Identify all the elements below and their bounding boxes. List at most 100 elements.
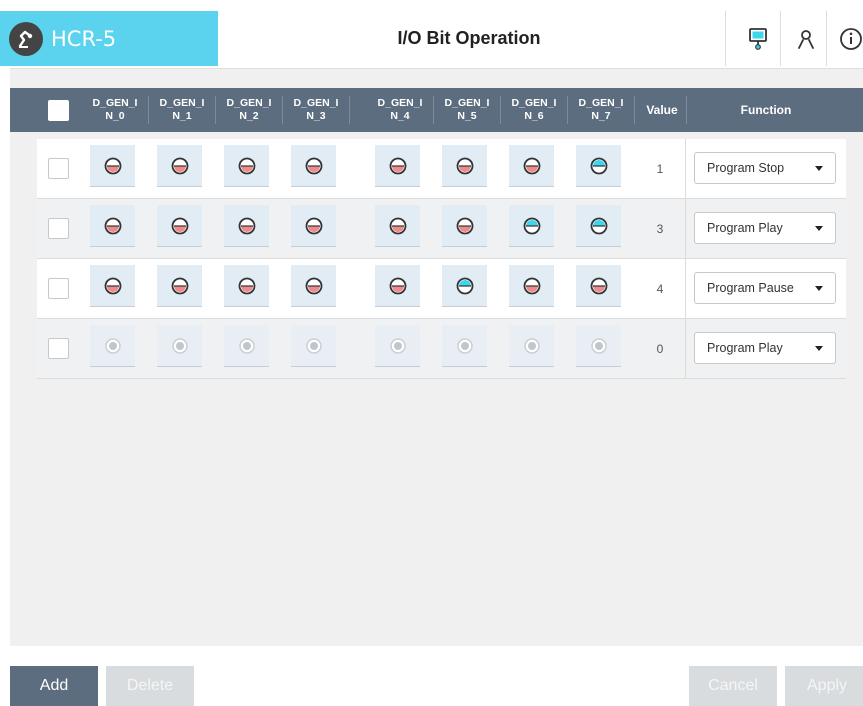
function-dropdown[interactable]: Program Stop bbox=[694, 152, 836, 184]
function-dropdown-label: Program Play bbox=[707, 221, 783, 235]
bit-toggle-button[interactable] bbox=[576, 205, 621, 247]
bit-toggle-button[interactable] bbox=[375, 145, 420, 187]
bit-off-icon bbox=[388, 156, 408, 176]
bit-off-icon bbox=[237, 156, 257, 176]
bit-disabled-icon bbox=[522, 336, 542, 356]
header-divider bbox=[780, 11, 781, 66]
bit-off-icon bbox=[455, 216, 475, 236]
bit-toggle-button[interactable] bbox=[224, 145, 269, 187]
row-value: 1 bbox=[656, 162, 664, 176]
io-operation-panel: D_GEN_I N_0 D_GEN_I N_1 D_GEN_I N_2 D_GE… bbox=[10, 68, 863, 646]
bit-toggle-button[interactable] bbox=[224, 325, 269, 367]
bit-toggle-button[interactable] bbox=[224, 265, 269, 307]
cancel-button[interactable]: Cancel bbox=[689, 666, 777, 706]
header-divider bbox=[567, 96, 568, 124]
row-value: 3 bbox=[656, 222, 664, 236]
bit-toggle-button[interactable] bbox=[576, 145, 621, 187]
bit-off-icon bbox=[170, 276, 190, 296]
bit-toggle-button[interactable] bbox=[442, 265, 487, 307]
header-divider bbox=[433, 96, 434, 124]
table-header: D_GEN_I N_0 D_GEN_I N_1 D_GEN_I N_2 D_GE… bbox=[10, 88, 863, 132]
bit-toggle-button[interactable] bbox=[509, 265, 554, 307]
header-divider bbox=[634, 96, 635, 124]
bit-toggle-button[interactable] bbox=[291, 325, 336, 367]
bit-disabled-icon bbox=[237, 336, 257, 356]
table-row: 1 Program Stop bbox=[37, 139, 846, 199]
bit-toggle-button[interactable] bbox=[90, 265, 135, 307]
function-dropdown[interactable]: Program Pause bbox=[694, 272, 836, 304]
bit-toggle-button[interactable] bbox=[375, 325, 420, 367]
header-divider bbox=[148, 96, 149, 124]
header-divider bbox=[826, 11, 827, 66]
function-dropdown-label: Program Play bbox=[707, 341, 783, 355]
bit-toggle-button[interactable] bbox=[291, 265, 336, 307]
function-dropdown[interactable]: Program Play bbox=[694, 212, 836, 244]
bit-toggle-button[interactable] bbox=[291, 205, 336, 247]
column-header: D_GEN_I N_4 bbox=[377, 97, 423, 122]
caret-down-icon bbox=[815, 346, 823, 351]
bit-toggle-button[interactable] bbox=[90, 205, 135, 247]
bit-toggle-button[interactable] bbox=[442, 205, 487, 247]
bit-toggle-button[interactable] bbox=[576, 265, 621, 307]
bit-toggle-button[interactable] bbox=[157, 265, 202, 307]
row-checkbox[interactable] bbox=[48, 338, 69, 359]
column-header: D_GEN_I N_7 bbox=[578, 97, 624, 122]
bit-toggle-button[interactable] bbox=[509, 145, 554, 187]
bit-toggle-button[interactable] bbox=[224, 205, 269, 247]
bit-off-icon bbox=[304, 216, 324, 236]
bit-toggle-button[interactable] bbox=[375, 205, 420, 247]
bit-toggle-button[interactable] bbox=[375, 265, 420, 307]
header-divider bbox=[349, 96, 350, 124]
column-header: D_GEN_I N_1 bbox=[159, 97, 205, 122]
info-icon[interactable] bbox=[838, 22, 863, 56]
column-header: D_GEN_I N_5 bbox=[444, 97, 490, 122]
cell-divider bbox=[685, 259, 686, 319]
bit-on-icon bbox=[589, 216, 609, 236]
apply-button[interactable]: Apply bbox=[785, 666, 863, 706]
function-dropdown[interactable]: Program Play bbox=[694, 332, 836, 364]
row-checkbox[interactable] bbox=[48, 218, 69, 239]
bit-off-icon bbox=[170, 156, 190, 176]
bit-on-icon bbox=[522, 216, 542, 236]
add-button[interactable]: Add bbox=[10, 666, 98, 706]
header-divider bbox=[215, 96, 216, 124]
bit-on-icon bbox=[589, 156, 609, 176]
row-value: 4 bbox=[656, 282, 664, 296]
header-divider bbox=[500, 96, 501, 124]
function-column-header: Function bbox=[740, 102, 792, 117]
bit-disabled-icon bbox=[455, 336, 475, 356]
header-divider bbox=[725, 11, 726, 66]
delete-button[interactable]: Delete bbox=[106, 666, 194, 706]
select-all-checkbox[interactable] bbox=[48, 100, 69, 121]
user-icon[interactable] bbox=[789, 22, 823, 56]
bit-toggle-button[interactable] bbox=[509, 325, 554, 367]
bit-disabled-icon bbox=[304, 336, 324, 356]
bit-toggle-button[interactable] bbox=[509, 205, 554, 247]
bit-toggle-button[interactable] bbox=[576, 325, 621, 367]
bit-toggle-button[interactable] bbox=[291, 145, 336, 187]
bit-off-icon bbox=[103, 156, 123, 176]
bit-off-icon bbox=[522, 156, 542, 176]
bit-off-icon bbox=[522, 276, 542, 296]
bit-toggle-button[interactable] bbox=[442, 145, 487, 187]
bit-toggle-button[interactable] bbox=[157, 325, 202, 367]
bit-off-icon bbox=[237, 216, 257, 236]
bit-off-icon bbox=[589, 276, 609, 296]
function-dropdown-label: Program Stop bbox=[707, 161, 785, 175]
monitor-icon[interactable] bbox=[741, 22, 775, 56]
value-column-header: Value bbox=[646, 102, 678, 117]
bit-disabled-icon bbox=[170, 336, 190, 356]
bit-toggle-button[interactable] bbox=[157, 145, 202, 187]
row-checkbox[interactable] bbox=[48, 158, 69, 179]
bit-toggle-button[interactable] bbox=[157, 205, 202, 247]
bit-off-icon bbox=[103, 276, 123, 296]
bit-toggle-button[interactable] bbox=[90, 145, 135, 187]
cell-divider bbox=[685, 199, 686, 259]
brand-bar: HCR-5 bbox=[0, 11, 218, 66]
bit-toggle-button[interactable] bbox=[90, 325, 135, 367]
bit-off-icon bbox=[304, 276, 324, 296]
bit-toggle-button[interactable] bbox=[442, 325, 487, 367]
row-checkbox[interactable] bbox=[48, 278, 69, 299]
robot-model-name: HCR-5 bbox=[51, 26, 117, 51]
bit-disabled-icon bbox=[103, 336, 123, 356]
